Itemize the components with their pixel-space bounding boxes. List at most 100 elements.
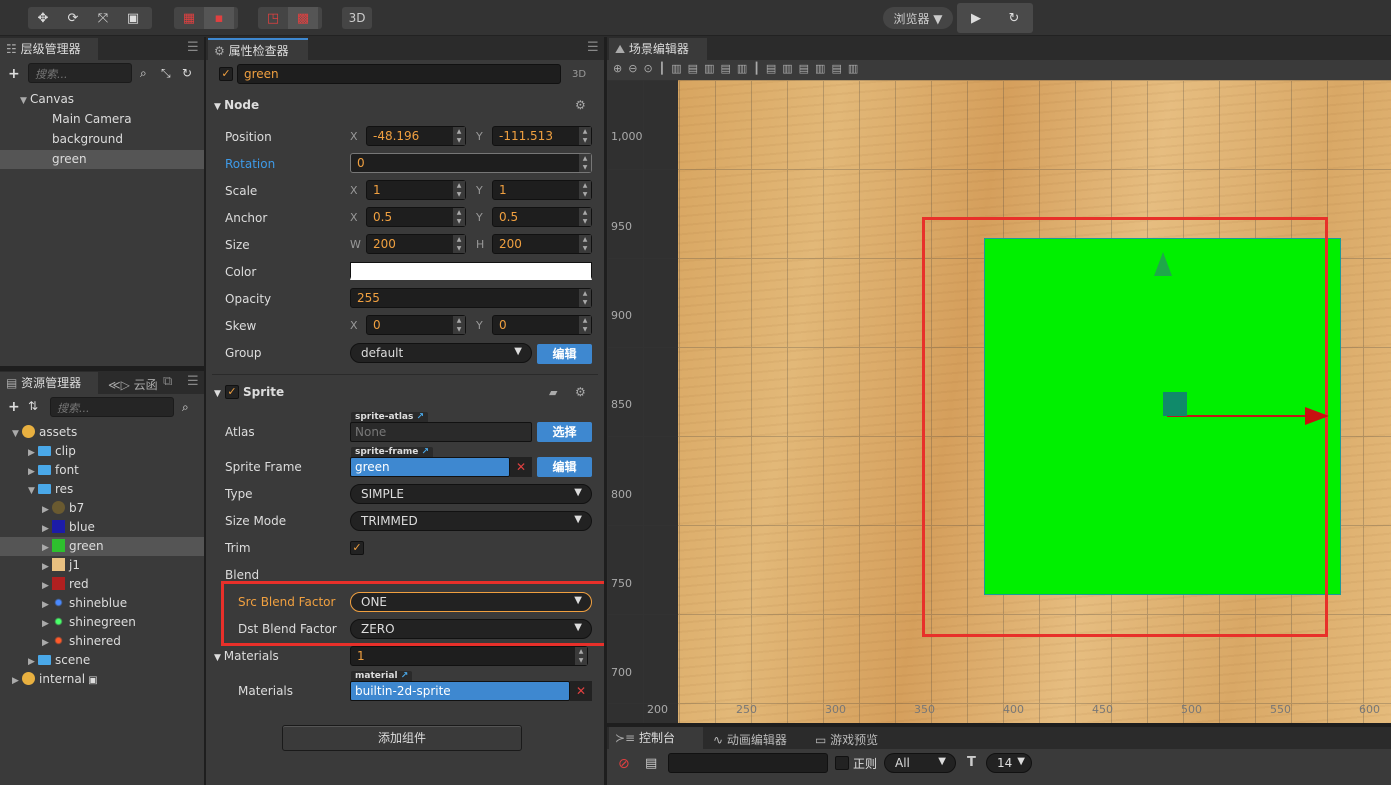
tab-inspector[interactable]: ⚙ 属性检查器: [208, 38, 308, 60]
color-picker[interactable]: [350, 262, 592, 280]
spin-icon[interactable]: ▲ ▼: [453, 181, 465, 199]
sprite-frame-field[interactable]: green: [350, 457, 510, 477]
search-icon[interactable]: ⌕: [182, 400, 189, 415]
font-size-select[interactable]: 14 ▼: [986, 753, 1032, 773]
asset-scene[interactable]: ▶ scene: [28, 651, 90, 670]
asset-green[interactable]: ▶ green: [0, 537, 204, 556]
add-asset-icon[interactable]: +: [8, 399, 20, 415]
snap-icon[interactable]: ◳: [258, 7, 288, 29]
asset-red[interactable]: ▶ red: [42, 575, 89, 594]
sprite-enabled-checkbox[interactable]: ✓: [225, 385, 239, 399]
spin-icon[interactable]: ▲ ▼: [453, 235, 465, 253]
splitter[interactable]: [604, 37, 607, 785]
tab-console[interactable]: ≻≡ 控制台: [609, 727, 703, 749]
spin-icon[interactable]: ▲ ▼: [579, 235, 591, 253]
file-icon[interactable]: ▤: [645, 756, 657, 771]
tree-node-canvas[interactable]: ▼ Canvas: [20, 90, 204, 109]
sort-icon[interactable]: ⇅: [28, 399, 38, 413]
asset-blue[interactable]: ▶ blue: [42, 518, 95, 537]
log-level-select[interactable]: All ▼: [884, 753, 956, 773]
popout-icon[interactable]: ⧉: [163, 374, 172, 389]
spin-icon[interactable]: ▲ ▼: [579, 127, 591, 145]
asset-assets[interactable]: ▼ assets: [12, 423, 77, 442]
pivot-icon[interactable]: ▦: [174, 7, 204, 29]
hierarchy-menu-icon[interactable]: ☰: [187, 40, 199, 55]
tab-cloud[interactable]: ≪▷ 云函: [108, 376, 158, 393]
scale-x-input[interactable]: 1 ▲ ▼: [366, 180, 466, 200]
asset-internal[interactable]: ▶ internal ▣: [12, 670, 98, 689]
tab-assets[interactable]: ▤ 资源管理器: [0, 372, 98, 394]
scale-y-input[interactable]: 1 ▲ ▼: [492, 180, 592, 200]
node-active-checkbox[interactable]: ✓: [219, 67, 233, 81]
clear-icon[interactable]: ✕: [510, 457, 532, 477]
zoom-in-icon[interactable]: ⊕: [613, 62, 628, 75]
tab-game-preview[interactable]: ▭ 游戏预览: [815, 731, 878, 748]
position-y-input[interactable]: -111.513 ▲ ▼: [492, 126, 592, 146]
node-section-header[interactable]: ▼ Node: [214, 94, 259, 116]
clear-icon[interactable]: ✕: [570, 681, 592, 701]
zoom-reset-icon[interactable]: ⊙: [643, 62, 658, 75]
size-mode-select[interactable]: TRIMMED ▼: [350, 511, 592, 531]
mode-3d-button[interactable]: 3D: [342, 7, 372, 29]
splitter[interactable]: [0, 366, 204, 371]
asset-b7[interactable]: ▶ b7: [42, 499, 84, 518]
asset-j1[interactable]: ▶ j1: [42, 556, 80, 575]
sprite-section-header[interactable]: ▼: [214, 381, 221, 403]
inspector-menu-icon[interactable]: ☰: [587, 40, 599, 55]
spin-icon[interactable]: ▲ ▼: [453, 127, 465, 145]
rotation-input[interactable]: 0 ▲ ▼: [350, 153, 592, 173]
sprite-settings-gear-icon[interactable]: ⚙: [575, 385, 586, 399]
asset-shineblue[interactable]: ▶ shineblue: [42, 594, 127, 613]
position-x-input[interactable]: -48.196 ▲ ▼: [366, 126, 466, 146]
tree-node-green[interactable]: green: [0, 150, 204, 169]
tab-scene[interactable]: ⛰ 场景编辑器: [609, 38, 707, 60]
scale-tool-icon[interactable]: ⤧: [88, 7, 118, 29]
type-select[interactable]: SIMPLE ▼: [350, 484, 592, 504]
refresh-button[interactable]: ↻: [995, 3, 1033, 33]
opacity-input[interactable]: 255 ▲ ▼: [350, 288, 592, 308]
console-filter-input[interactable]: [668, 753, 828, 773]
inspector-3d-toggle[interactable]: 3D: [572, 69, 586, 80]
spin-icon[interactable]: ▲ ▼: [579, 208, 591, 226]
asset-shinegreen[interactable]: ▶ shinegreen: [42, 613, 136, 632]
clear-console-icon[interactable]: ⊘: [618, 756, 630, 772]
rotate-tool-icon[interactable]: ⟳: [58, 7, 88, 29]
group-select[interactable]: default ▼: [350, 343, 532, 363]
search-icon[interactable]: ⌕: [140, 66, 147, 81]
asset-res[interactable]: ▼ res: [28, 480, 73, 499]
refresh-icon[interactable]: ↻: [182, 66, 192, 80]
splitter[interactable]: [204, 37, 206, 785]
tree-node-background[interactable]: background: [52, 130, 204, 149]
regex-checkbox[interactable]: ✓: [835, 756, 849, 770]
spin-icon[interactable]: ▲ ▼: [579, 316, 591, 334]
collapse-icon[interactable]: ⤡: [161, 66, 171, 81]
spin-icon[interactable]: ▲ ▼: [453, 316, 465, 334]
sprite-frame-edit-button[interactable]: 编辑: [537, 457, 592, 477]
material-field[interactable]: builtin-2d-sprite: [350, 681, 570, 701]
splitter[interactable]: [607, 723, 1391, 727]
atlas-choose-button[interactable]: 选择: [537, 422, 592, 442]
move-tool-icon[interactable]: ✥: [28, 7, 58, 29]
spin-icon[interactable]: ▲ ▼: [579, 154, 591, 172]
assets-search-input[interactable]: 搜索...: [50, 397, 174, 417]
rect-tool-icon[interactable]: ▣: [118, 7, 148, 29]
spin-icon[interactable]: ▲ ▼: [579, 289, 591, 307]
size-w-input[interactable]: 200 ▲ ▼: [366, 234, 466, 254]
spin-icon[interactable]: ▲ ▼: [453, 208, 465, 226]
browser-select[interactable]: 浏览器 ▼: [883, 7, 953, 29]
group-edit-button[interactable]: 编辑: [537, 344, 592, 364]
asset-clip[interactable]: ▶ clip: [28, 442, 76, 461]
spin-icon[interactable]: ▲ ▼: [575, 647, 587, 665]
book-icon[interactable]: ▰: [549, 386, 557, 399]
gizmo-up-arrow-icon[interactable]: [1154, 252, 1172, 276]
asset-shinered[interactable]: ▶ shinered: [42, 632, 121, 651]
add-node-icon[interactable]: +: [8, 66, 20, 82]
materials-count-input[interactable]: 1 ▲ ▼: [350, 646, 588, 666]
align-icons[interactable]: ┃▥▤▥▤▥┃▤▥▤▥▤▥: [659, 62, 865, 75]
anchor-x-input[interactable]: 0.5 ▲ ▼: [366, 207, 466, 227]
anchor-y-input[interactable]: 0.5 ▲ ▼: [492, 207, 592, 227]
asset-font[interactable]: ▶ font: [28, 461, 79, 480]
transform-gizmo[interactable]: [1147, 248, 1347, 430]
scene-viewport[interactable]: 1,000 950 900 850 800 750 700 200 250 30…: [607, 80, 1391, 723]
trim-checkbox[interactable]: ✓: [350, 541, 364, 555]
